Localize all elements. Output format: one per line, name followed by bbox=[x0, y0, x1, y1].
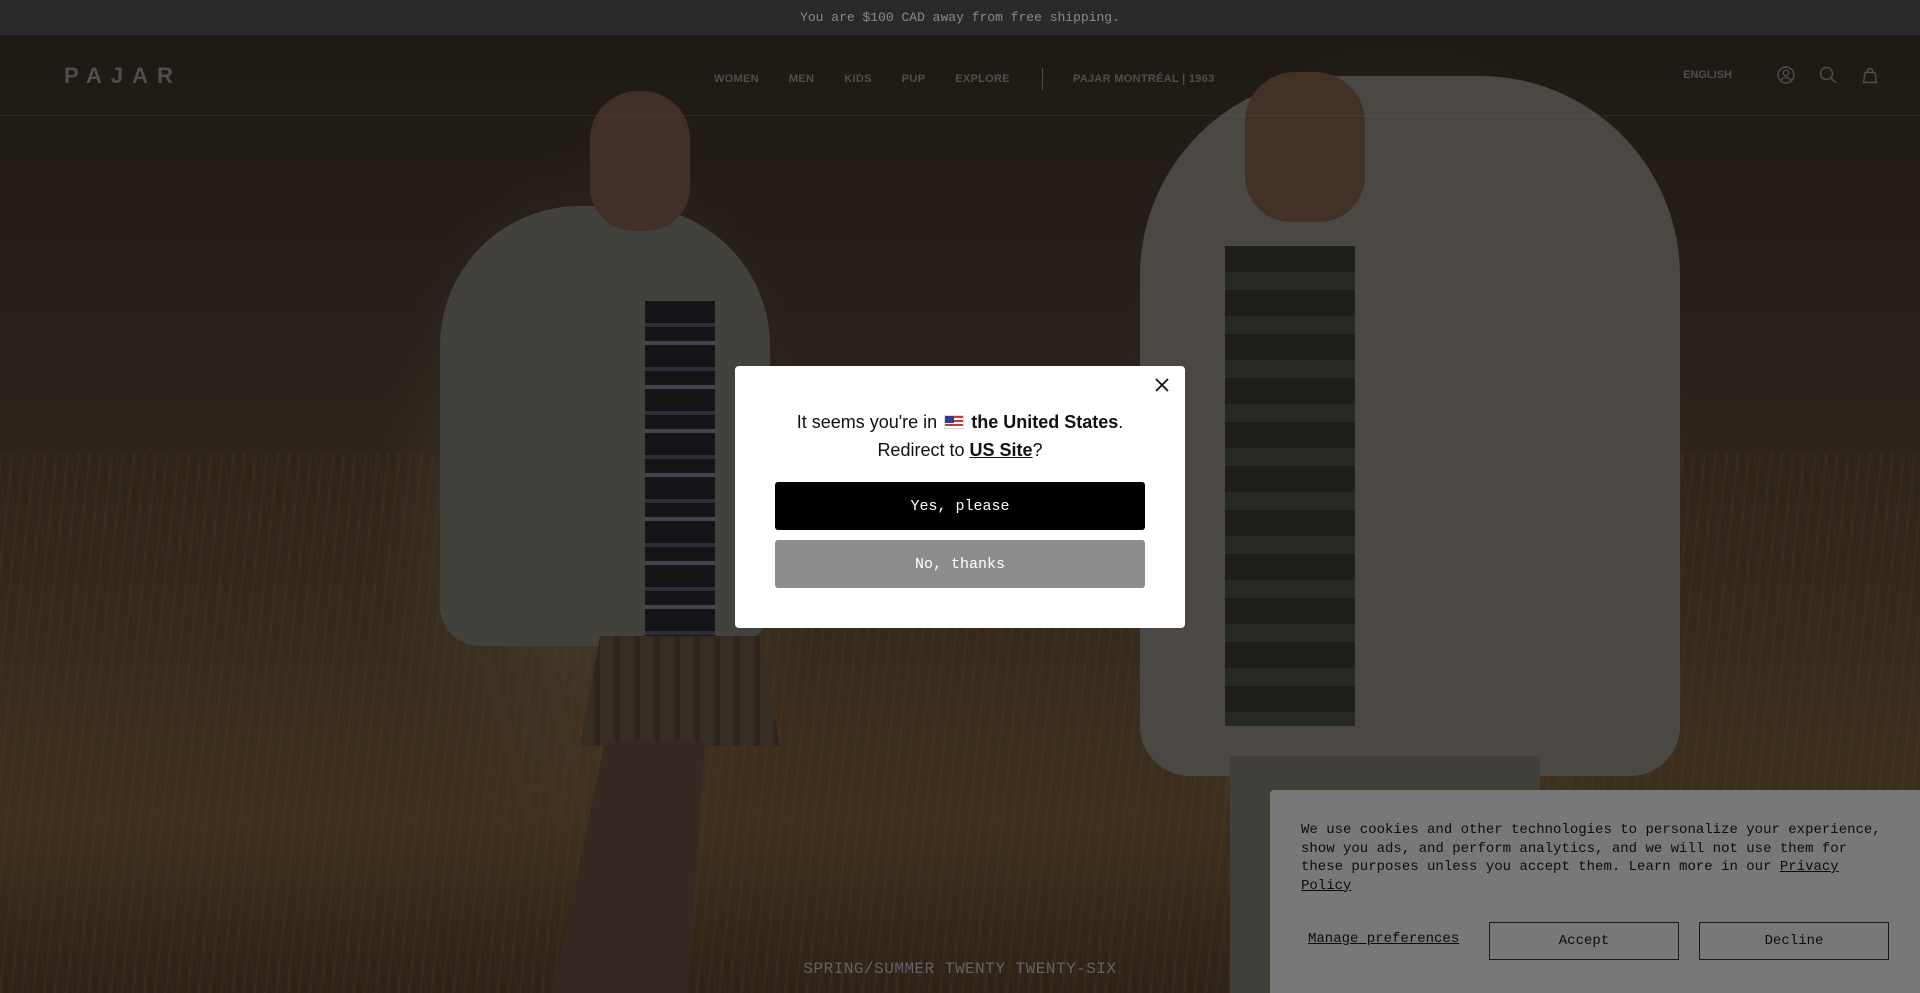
geo-modal-line-2: Redirect to US Site? bbox=[877, 440, 1043, 460]
cookie-message: We use cookies and other technologies to… bbox=[1301, 822, 1881, 894]
yes-redirect-button[interactable]: Yes, please bbox=[775, 482, 1145, 530]
cookie-banner: We use cookies and other technologies to… bbox=[1270, 790, 1920, 993]
us-flag-icon bbox=[944, 415, 965, 429]
geo-modal-line-1: It seems you're in the United States. bbox=[796, 412, 1124, 432]
us-site-link[interactable]: US Site bbox=[970, 440, 1033, 460]
manage-preferences-link[interactable]: Manage preferences bbox=[1308, 931, 1459, 947]
no-redirect-button[interactable]: No, thanks bbox=[775, 540, 1145, 588]
geo-redirect-modal: It seems you're in the United States. Re… bbox=[735, 366, 1185, 628]
decline-cookies-button[interactable]: Decline bbox=[1699, 922, 1889, 960]
close-icon[interactable] bbox=[1151, 374, 1173, 396]
accept-cookies-button[interactable]: Accept bbox=[1489, 922, 1679, 960]
geo-modal-country: the United States bbox=[971, 412, 1119, 432]
geo-modal-message: It seems you're in the United States. Re… bbox=[735, 408, 1185, 464]
